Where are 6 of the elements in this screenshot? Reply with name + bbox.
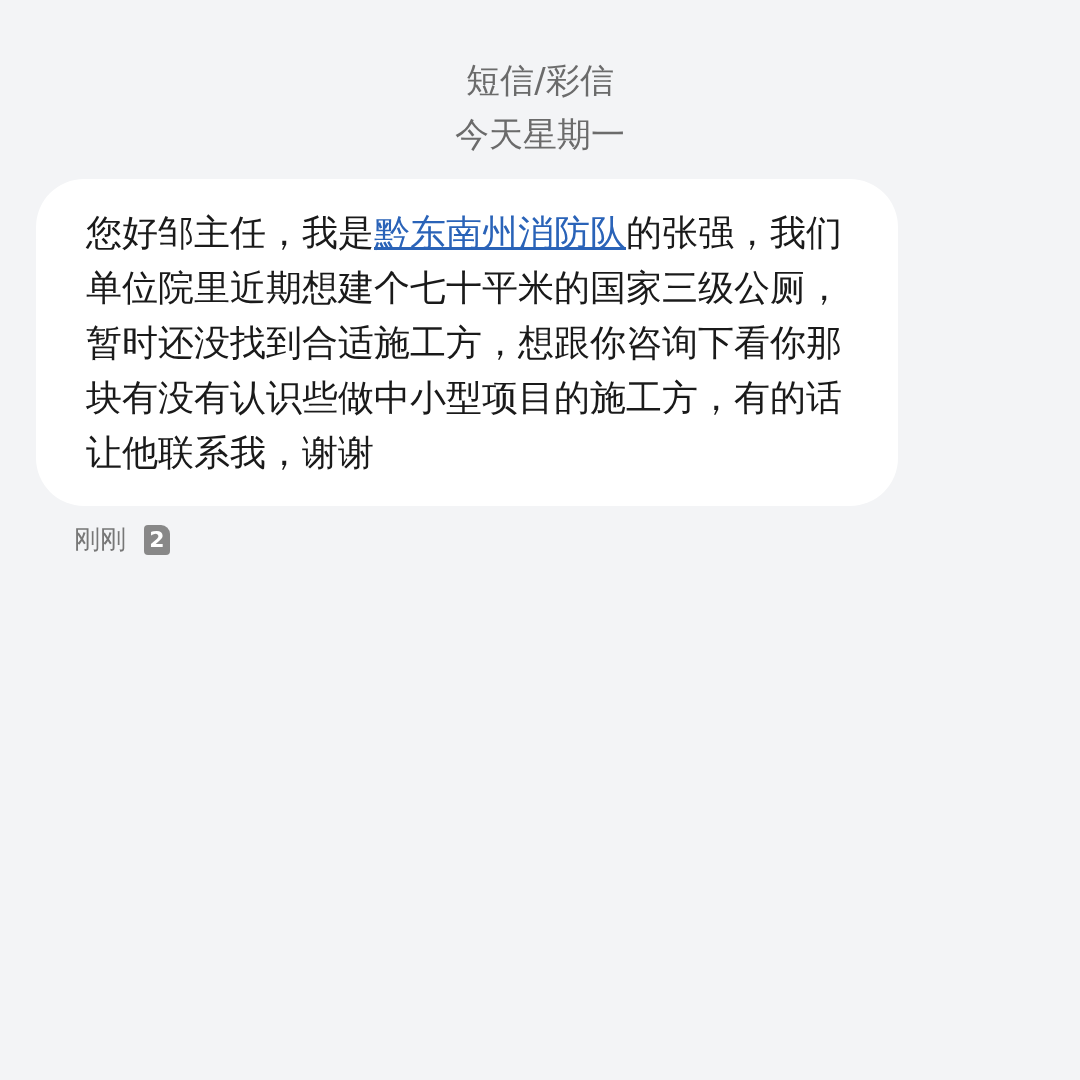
message-type-label: 短信/彩信	[466, 59, 614, 102]
sim-card-badge: 2	[144, 524, 170, 555]
timestamp: 刚刚	[74, 523, 126, 556]
message-link[interactable]: 黔东南州消防队	[374, 212, 626, 253]
message-text: 您好邹主任，我是黔东南州消防队的张强，我们单位院里近期想建个七十平米的国家三级公厕，暂时还没找到合适施工方，想跟你咨询下看你那块有没有认识些做中小型项目的施工方，有的话让他联系我，谢谢	[86, 211, 843, 475]
date-label: 今天星期一	[455, 113, 625, 156]
